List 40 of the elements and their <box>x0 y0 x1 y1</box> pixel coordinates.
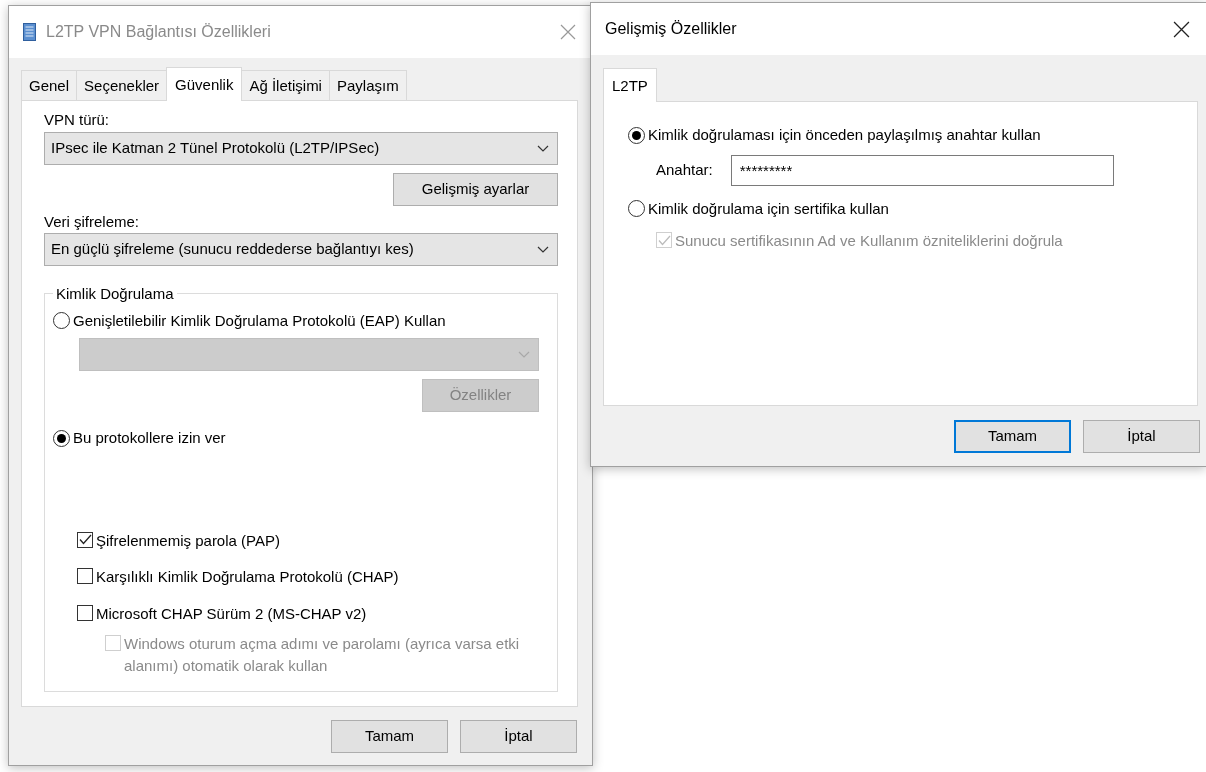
checkbox[interactable] <box>77 568 93 584</box>
radio-button[interactable] <box>53 429 70 447</box>
field-label: Anahtar: <box>656 159 713 180</box>
option-label[interactable]: Karşılıklı Kimlik Doğrulama Protokolü (CHAP) <box>96 566 399 589</box>
chevron-down-icon <box>518 351 530 358</box>
field-label: VPN türü: <box>44 110 111 130</box>
dialog-button[interactable]: Tamam <box>331 719 448 753</box>
tab[interactable]: Güvenlik <box>166 66 243 101</box>
radio-button[interactable] <box>53 312 70 330</box>
dialog-button[interactable]: Gelişmiş ayarlar <box>393 172 558 206</box>
checkbox[interactable] <box>77 604 93 621</box>
field-label: Veri şifreleme: <box>44 211 141 232</box>
chevron-down-icon <box>537 246 549 253</box>
option-label: Sunucu sertifikasının Ad ve Kullanım özniteliklerini doğrula <box>675 231 1063 251</box>
encryption-dropdown[interactable]: En güçlü şifreleme (sunucu reddederse bağlantıyı kes) <box>44 233 558 266</box>
dialog-button[interactable]: İptal <box>460 719 577 753</box>
vpn-type-dropdown[interactable]: IPsec ile Katman 2 Tünel Protokolü (L2TP/IPSec) <box>44 131 558 165</box>
option-label: Windows oturum açma adımı ve parolamı (ayrıca varsa etki alanımı) otomatik olarak kullan <box>124 634 521 676</box>
key-field[interactable]: ********* <box>730 154 1114 186</box>
group-title: Kimlik Doğrulama <box>55 284 175 304</box>
radio-button[interactable] <box>628 200 645 218</box>
tab[interactable]: L2TP <box>603 67 657 102</box>
dialog-button[interactable]: İptal <box>1083 419 1200 453</box>
option-label[interactable]: Bu protokollere izin ver <box>73 427 226 450</box>
option-label[interactable]: Şifrelenmemiş parola (PAP) <box>96 529 280 552</box>
option-label[interactable]: Microsoft CHAP Sürüm 2 (MS-CHAP v2) <box>96 602 367 625</box>
window-title: L2TP VPN Bağlantısı Özellikleri <box>46 22 272 42</box>
dialog-button[interactable]: Tamam <box>954 419 1071 453</box>
option-label[interactable]: Kimlik doğrulama için sertifika kullan <box>648 197 889 220</box>
tab[interactable]: Paylaşım <box>328 69 407 100</box>
dialog-button: Özellikler <box>422 379 539 412</box>
option-label[interactable]: Kimlik doğrulaması için önceden paylaşılmış anahtar kullan <box>648 124 1041 147</box>
chevron-down-icon <box>537 144 549 152</box>
tab[interactable]: Genel <box>21 69 78 100</box>
window-title: Gelişmiş Özellikler <box>605 19 738 39</box>
option-label[interactable]: Genişletilebilir Kimlik Doğrulama Protokolü (EAP) Kullan <box>73 309 446 332</box>
radio-button[interactable] <box>628 126 645 144</box>
checkbox[interactable] <box>77 531 93 548</box>
server-icon <box>23 23 36 41</box>
close-icon[interactable] <box>1173 20 1190 38</box>
